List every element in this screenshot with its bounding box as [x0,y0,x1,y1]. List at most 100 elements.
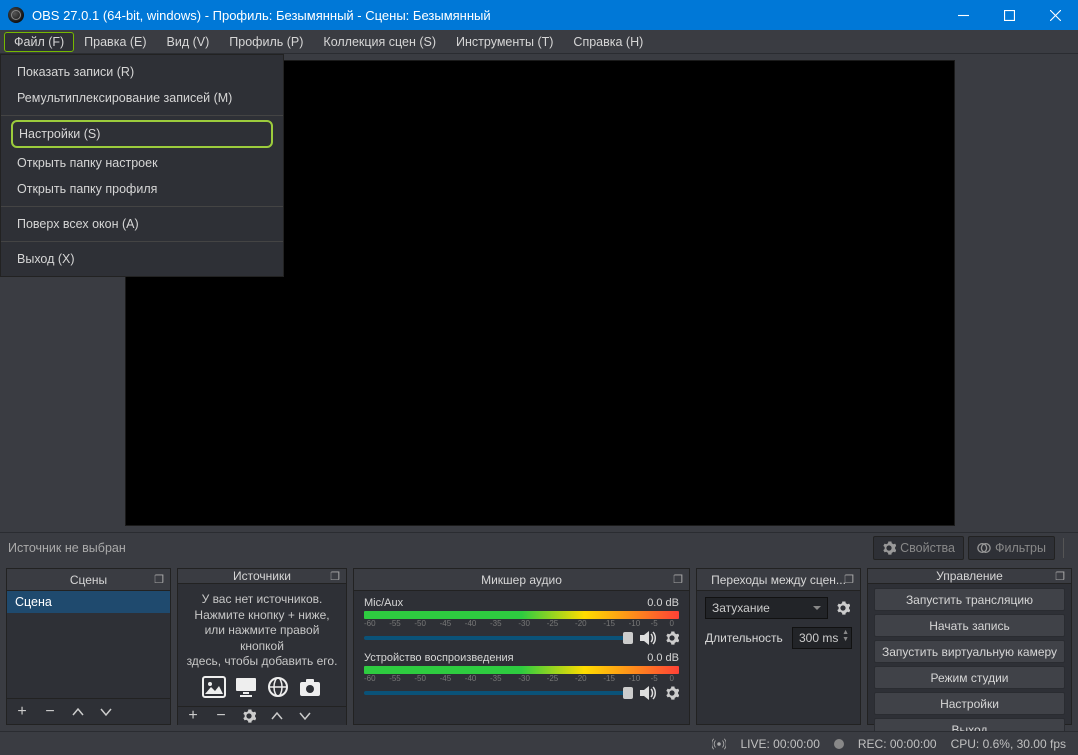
image-icon [202,676,226,698]
settings-button[interactable]: Настройки [874,692,1065,715]
properties-label: Свойства [900,541,955,555]
controls-header: Управление ❐ [868,569,1071,584]
toolbar-separator [1063,538,1064,558]
transition-select[interactable]: Затухание [705,597,828,619]
sources-footer: + − [178,706,346,725]
mixer-header: Микшер аудио ❐ [354,569,689,591]
dock-popout-icon[interactable]: ❐ [154,573,164,586]
gear-icon[interactable] [665,686,679,700]
scene-up-button[interactable] [69,703,87,721]
sources-empty-text: или нажмите правой кнопкой [186,623,338,654]
globe-icon [266,676,290,698]
sources-title: Источники [233,569,291,583]
minimize-button[interactable] [940,0,986,30]
broadcast-icon [712,737,726,751]
gear-icon [882,541,896,555]
gear-icon[interactable] [665,631,679,645]
dock-popout-icon[interactable]: ❐ [1055,570,1065,583]
maximize-button[interactable] [986,0,1032,30]
sources-header: Источники ❐ [178,569,346,584]
scene-item[interactable]: Сцена [7,591,170,613]
channel-name: Mic/Aux [364,597,403,609]
start-virtual-camera-button[interactable]: Запустить виртуальную камеру [874,640,1065,663]
controls-dock: Управление ❐ Запустить трансляцию Начать… [867,568,1072,725]
source-toolbar: Источник не выбран Свойства Фильтры [0,532,1078,562]
dock-popout-icon[interactable]: ❐ [673,573,683,586]
docks-area: Сцены ❐ Сцена + − Источники ❐ У вас нет … [0,562,1078,731]
speaker-icon[interactable] [639,685,659,701]
menuitem-remux[interactable]: Ремультиплексирование записей (M) [1,85,283,111]
sources-empty-text: У вас нет источников. [202,592,323,608]
add-scene-button[interactable]: + [13,703,31,721]
source-up-button[interactable] [268,707,286,725]
cpu-status: CPU: 0.6%, 30.00 fps [951,737,1066,751]
level-meter [364,666,679,674]
live-status: LIVE: 00:00:00 [740,737,819,751]
transitions-dock: Переходы между сцен... ❐ Затухание Длите… [696,568,861,725]
scenes-title: Сцены [70,573,107,587]
sources-empty-text: здесь, чтобы добавить его. [187,654,338,670]
menuitem-exit[interactable]: Выход (X) [1,246,283,272]
add-source-button[interactable]: + [184,707,202,725]
obs-logo-icon [8,7,24,23]
menuitem-open-profile-folder[interactable]: Открыть папку профиля [1,176,283,202]
level-meter [364,611,679,619]
source-down-button[interactable] [296,707,314,725]
duration-spinner[interactable]: 300 ms ▲▼ [792,627,852,649]
filters-button[interactable]: Фильтры [968,536,1055,560]
channel-level: 0.0 dB [647,652,679,664]
remove-scene-button[interactable]: − [41,703,59,721]
volume-slider[interactable] [364,636,633,640]
sources-empty[interactable]: У вас нет источников. Нажмите кнопку + н… [178,584,346,706]
file-menu-dropdown: Показать записи (R) Ремультиплексировани… [0,54,284,277]
scenes-footer: + − [7,698,170,724]
menu-profile[interactable]: Профиль (P) [219,32,313,52]
statusbar: LIVE: 00:00:00 REC: 00:00:00 CPU: 0.6%, … [0,731,1078,755]
scene-down-button[interactable] [97,703,115,721]
audio-mixer-dock: Микшер аудио ❐ Mic/Aux 0.0 dB -60 -55 -5… [353,568,690,725]
meter-ticks: -60 -55 -50 -45 -40 -35 -30 -25 -20 -15 … [364,674,679,683]
menuitem-open-settings-folder[interactable]: Открыть папку настроек [1,150,283,176]
menu-help[interactable]: Справка (H) [563,32,653,52]
mixer-title: Микшер аудио [481,573,562,587]
rec-dot-icon [834,739,844,749]
audio-channel-desktop: Устройство воспроизведения 0.0 dB -60 -5… [364,652,679,701]
start-recording-button[interactable]: Начать запись [874,614,1065,637]
display-icon [234,676,258,698]
properties-button[interactable]: Свойства [873,536,964,560]
source-settings-button[interactable] [240,707,258,725]
scenes-header: Сцены ❐ [7,569,170,591]
dock-popout-icon[interactable]: ❐ [330,570,340,583]
filters-label: Фильтры [995,541,1046,555]
scenes-dock: Сцены ❐ Сцена + − [6,568,171,725]
menu-edit[interactable]: Правка (E) [74,32,156,52]
channel-name: Устройство воспроизведения [364,652,514,664]
menuitem-always-on-top[interactable]: Поверх всех окон (A) [1,211,283,237]
transition-settings-button[interactable] [834,599,852,617]
window-title: OBS 27.0.1 (64-bit, windows) - Профиль: … [32,8,940,23]
menuitem-show-recordings[interactable]: Показать записи (R) [1,59,283,85]
rec-status: REC: 00:00:00 [858,737,937,751]
menu-file[interactable]: Файл (F) [4,32,74,52]
sources-empty-text: Нажмите кнопку + ниже, [194,608,329,624]
menuitem-settings[interactable]: Настройки (S) [11,120,273,148]
close-button[interactable] [1032,0,1078,30]
dock-popout-icon[interactable]: ❐ [844,573,854,586]
menu-tools[interactable]: Инструменты (T) [446,32,563,52]
scenes-list[interactable]: Сцена [7,591,170,698]
menu-scene-collection[interactable]: Коллекция сцен (S) [313,32,446,52]
remove-source-button[interactable]: − [212,707,230,725]
menubar: Файл (F) Правка (E) Вид (V) Профиль (P) … [0,30,1078,54]
start-streaming-button[interactable]: Запустить трансляцию [874,588,1065,611]
menu-view[interactable]: Вид (V) [157,32,220,52]
meter-ticks: -60 -55 -50 -45 -40 -35 -30 -25 -20 -15 … [364,619,679,628]
speaker-icon[interactable] [639,630,659,646]
studio-mode-button[interactable]: Режим студии [874,666,1065,689]
channel-level: 0.0 dB [647,597,679,609]
window-titlebar: OBS 27.0.1 (64-bit, windows) - Профиль: … [0,0,1078,30]
transitions-header: Переходы между сцен... ❐ [697,569,860,591]
volume-slider[interactable] [364,691,633,695]
camera-icon [298,676,322,698]
no-source-label: Источник не выбран [8,541,126,555]
menu-separator [1,206,283,207]
